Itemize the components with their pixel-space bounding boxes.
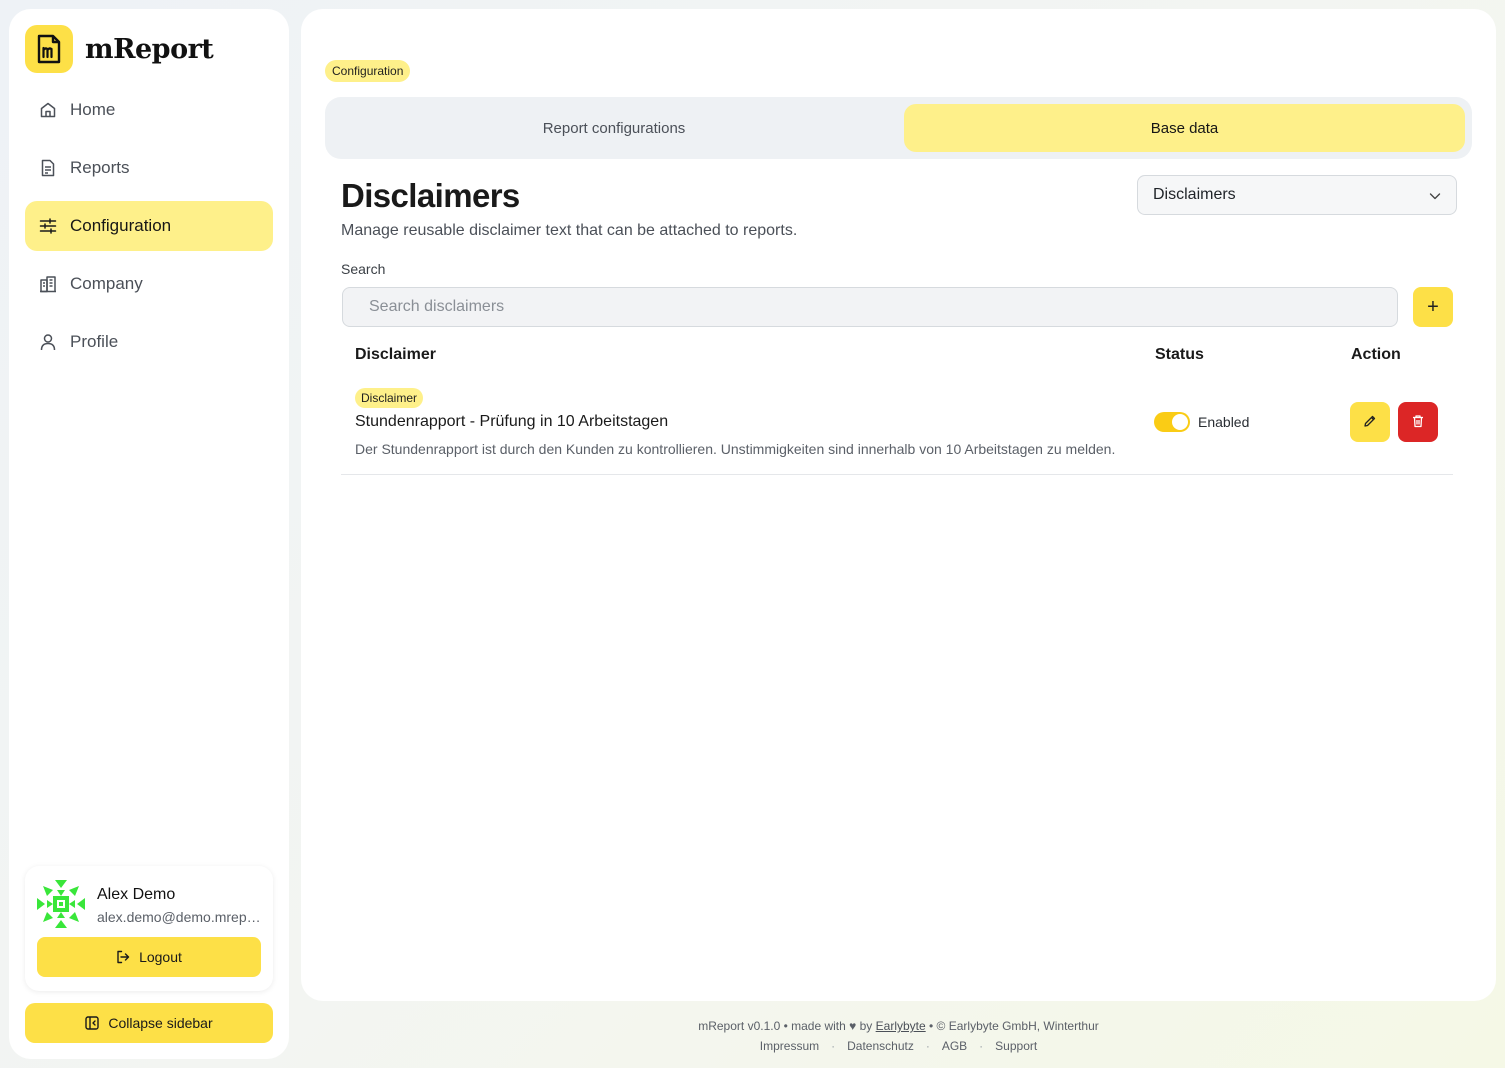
avatar[interactable] (37, 880, 85, 928)
separator: · (979, 1039, 984, 1053)
pencil-icon (1363, 414, 1377, 431)
tab-bar: Report configurations Base data (325, 97, 1472, 159)
collapse-label: Collapse sidebar (108, 1015, 213, 1031)
page-subtitle: Manage reusable disclaimer text that can… (341, 222, 798, 239)
home-icon (39, 101, 57, 119)
base-data-select[interactable]: Disclaimers (1137, 175, 1457, 215)
sidebar-item-label: Profile (70, 332, 119, 351)
user-name: Alex Demo (97, 886, 176, 903)
search-label: Search (341, 261, 386, 277)
sliders-icon (39, 217, 57, 235)
user-card: Alex Demo alex.demo@demo.mreport.ch Logo… (25, 866, 273, 991)
status-label: Enabled (1198, 414, 1250, 430)
separator: · (925, 1039, 930, 1053)
footer-link-impressum[interactable]: Impressum (760, 1039, 819, 1053)
separator: · (831, 1039, 836, 1053)
sidebar-item-label: Company (70, 274, 143, 293)
footer-line: mReport v0.1.0 • made with ♥ by Earlybyt… (301, 1016, 1496, 1036)
edit-button[interactable] (1350, 402, 1390, 442)
sidebar-item-profile[interactable]: Profile (25, 317, 273, 367)
collapse-sidebar-button[interactable]: Collapse sidebar (25, 1003, 273, 1043)
sidebar-item-reports[interactable]: Reports (25, 143, 273, 193)
sidebar: mReport Home Reports Configuration Compa… (9, 9, 289, 1059)
app-name: mReport (85, 33, 214, 65)
user-email: alex.demo@demo.mreport.ch (97, 909, 265, 925)
footer: mReport v0.1.0 • made with ♥ by Earlybyt… (301, 1016, 1496, 1056)
column-header-action: Action (1351, 346, 1401, 363)
tab-report-configurations[interactable]: Report configurations (332, 104, 896, 152)
sidebar-item-label: Reports (70, 158, 130, 177)
mreport-logo-icon (25, 25, 73, 73)
page-title: Disclaimers (341, 177, 520, 214)
logout-button[interactable]: Logout (37, 937, 261, 977)
footer-link-datenschutz[interactable]: Datenschutz (847, 1039, 914, 1053)
type-badge: Disclaimer (355, 388, 424, 408)
footer-credit: mReport v0.1.0 • made with ♥ by (698, 1019, 873, 1033)
footer-links: Impressum · Datenschutz · AGB · Support (301, 1036, 1496, 1056)
footer-copyright: • © Earlybyte GmbH, Winterthur (929, 1019, 1099, 1033)
toggle-knob (1172, 414, 1188, 430)
disclaimer-title: Stundenrapport - Prüfung in 10 Arbeitsta… (355, 413, 669, 430)
select-value: Disclaimers (1153, 186, 1236, 203)
sidebar-item-configuration[interactable]: Configuration (25, 201, 273, 251)
logout-label: Logout (139, 949, 182, 965)
column-header-disclaimer: Disclaimer (355, 346, 436, 363)
sidebar-nav: Home Reports Configuration Company Profi… (25, 85, 273, 375)
footer-link-agb[interactable]: AGB (942, 1039, 967, 1053)
sidebar-item-company[interactable]: Company (25, 259, 273, 309)
sidebar-item-label: Configuration (70, 216, 172, 235)
disclaimer-text: Der Stundenrapport ist durch den Kunden … (355, 441, 1116, 457)
column-header-status: Status (1155, 346, 1204, 363)
trash-icon (1411, 414, 1425, 431)
panel-collapse-icon (85, 1016, 100, 1030)
chevron-down-icon (1428, 189, 1442, 208)
breadcrumb[interactable]: Configuration (325, 60, 411, 82)
sidebar-item-label: Home (70, 100, 116, 119)
footer-link-support[interactable]: Support (995, 1039, 1037, 1053)
sidebar-item-home[interactable]: Home (25, 85, 273, 135)
table-row: Disclaimer Stundenrapport - Prüfung in 1… (341, 379, 1453, 475)
brand[interactable]: mReport (25, 25, 214, 73)
logout-icon (116, 950, 130, 964)
report-icon (39, 159, 57, 177)
add-disclaimer-button[interactable]: + (1413, 287, 1453, 327)
user-icon (39, 333, 57, 351)
building-icon (39, 275, 57, 293)
main-panel: Configuration Report configurations Base… (301, 9, 1496, 1001)
search-input[interactable] (342, 287, 1398, 327)
status-toggle[interactable] (1154, 412, 1190, 432)
tab-base-data[interactable]: Base data (904, 104, 1465, 152)
delete-button[interactable] (1398, 402, 1438, 442)
earlybyte-link[interactable]: Earlybyte (876, 1019, 926, 1033)
